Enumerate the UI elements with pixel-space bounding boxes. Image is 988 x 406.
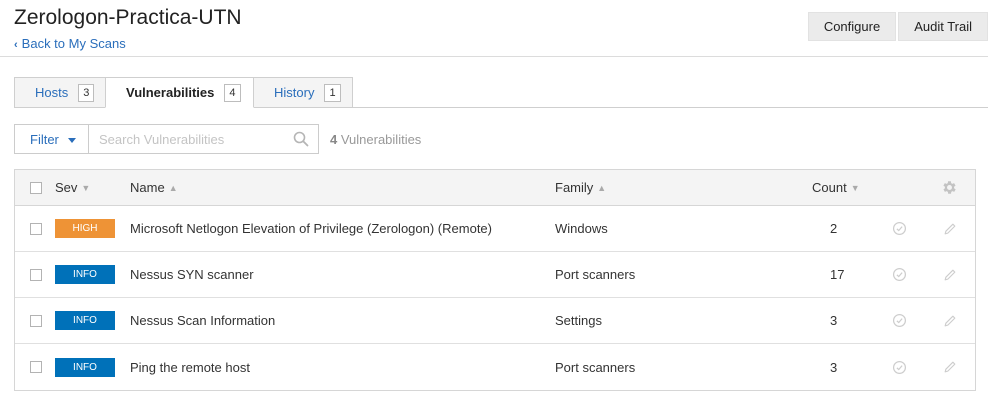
edit-button[interactable]: [943, 252, 957, 297]
vulnerability-count: 3: [830, 359, 838, 375]
filter-button[interactable]: Filter: [14, 124, 88, 154]
row-checkbox[interactable]: [30, 314, 42, 327]
severity-badge: INFO: [55, 357, 115, 377]
audit-trail-button[interactable]: Audit Trail: [898, 12, 988, 41]
scan-tabs: Hosts 3 Vulnerabilities 4 History 1: [14, 77, 353, 108]
check-circle-icon: [892, 360, 907, 374]
severity-badge: INFO: [55, 265, 115, 284]
row-select-cell: [30, 344, 42, 390]
tab-count-badge: 1: [324, 83, 341, 102]
column-sev[interactable]: Sev ▼: [55, 170, 90, 205]
select-all-cell: [30, 170, 42, 205]
caret-down-icon: [67, 137, 76, 143]
severity-cell: INFO: [55, 298, 115, 343]
back-link-label: Back to My Scans: [21, 36, 126, 51]
tab-hosts[interactable]: Hosts 3: [14, 77, 106, 108]
severity-badge: HIGH: [55, 219, 115, 238]
vulnerability-family: Port scanners: [555, 359, 636, 375]
vulnerability-name[interactable]: Nessus SYN scanner: [130, 252, 254, 297]
vulnerability-count: 2: [830, 221, 838, 236]
result-count-label: Vulnerabilities: [340, 131, 422, 147]
pencil-icon: [944, 361, 956, 373]
table-row[interactable]: INFO Nessus Scan Information Settings 3: [15, 298, 975, 344]
tab-vulnerabilities[interactable]: Vulnerabilities 4: [105, 77, 254, 108]
vulnerability-count: 17: [830, 267, 845, 282]
edit-button[interactable]: [943, 344, 957, 390]
chevron-left-icon: ‹: [14, 39, 18, 51]
edit-button[interactable]: [943, 298, 957, 343]
result-count-number: 4: [330, 131, 338, 147]
column-name[interactable]: Name ▲: [130, 170, 178, 205]
accept-risk-button[interactable]: [892, 252, 907, 297]
column-family-label: Family: [555, 180, 594, 195]
table-body: HIGH Microsoft Netlogon Elevation of Pri…: [15, 206, 975, 390]
tab-history[interactable]: History 1: [253, 77, 353, 108]
column-sev-label: Sev: [55, 180, 78, 195]
severity-cell: INFO: [55, 252, 115, 297]
sort-asc-icon: ▲: [168, 182, 178, 193]
search-box: [88, 124, 319, 154]
severity-badge: INFO: [55, 311, 115, 330]
back-to-my-scans-link[interactable]: ‹ Back to My Scans: [14, 36, 126, 51]
check-circle-icon: [892, 221, 907, 236]
filter-bar: Filter 4 Vulnerabilities: [14, 124, 421, 154]
severity-cell: INFO: [55, 344, 115, 390]
filter-label: Filter: [30, 131, 59, 147]
vulnerability-family: Settings: [555, 313, 602, 328]
header-divider: [0, 56, 988, 57]
column-count-label: Count: [812, 180, 847, 195]
column-name-label: Name: [130, 180, 165, 195]
vulnerability-count: 3: [830, 313, 838, 328]
row-select-cell: [30, 206, 42, 251]
severity-cell: HIGH: [55, 206, 115, 251]
tab-label: History: [274, 85, 315, 100]
pencil-icon: [944, 223, 956, 234]
check-circle-icon: [892, 313, 907, 328]
page-title: Zerologon-Practica-UTN: [14, 6, 242, 29]
table-settings-button[interactable]: [941, 170, 958, 205]
select-all-checkbox[interactable]: [30, 181, 42, 194]
table-row[interactable]: INFO Ping the remote host Port scanners …: [15, 344, 975, 390]
table-row[interactable]: HIGH Microsoft Netlogon Elevation of Pri…: [15, 206, 975, 252]
sort-desc-icon: ▼: [850, 182, 860, 193]
check-circle-icon: [892, 267, 907, 282]
table-row[interactable]: INFO Nessus SYN scanner Port scanners 17: [15, 252, 975, 298]
row-select-cell: [30, 252, 42, 297]
result-count: 4 Vulnerabilities: [330, 132, 421, 147]
tab-count-badge: 4: [224, 83, 241, 102]
column-count[interactable]: Count ▼: [812, 170, 860, 205]
vulnerability-name[interactable]: Ping the remote host: [130, 344, 250, 390]
search-icon[interactable]: [293, 131, 309, 147]
sort-asc-icon: ▲: [597, 182, 607, 193]
vulnerability-name[interactable]: Microsoft Netlogon Elevation of Privileg…: [130, 206, 492, 251]
gear-icon: [943, 181, 956, 194]
accept-risk-button[interactable]: [892, 344, 907, 390]
row-checkbox[interactable]: [30, 222, 42, 235]
tab-label: Hosts: [35, 85, 69, 100]
vulnerability-family: Port scanners: [555, 267, 636, 282]
header-actions: Configure Audit Trail: [807, 12, 988, 41]
row-checkbox[interactable]: [30, 361, 42, 373]
table-header: Sev ▼ Name ▲ Family ▲ Count ▼: [15, 170, 975, 206]
configure-button[interactable]: Configure: [807, 12, 897, 41]
vulnerability-family: Windows: [555, 221, 608, 236]
vulnerabilities-table: Sev ▼ Name ▲ Family ▲ Count ▼ HIGH Microsoft…: [14, 169, 976, 391]
pencil-icon: [944, 315, 956, 326]
vulnerability-name[interactable]: Nessus Scan Information: [130, 298, 275, 343]
tab-label: Vulnerabilities: [126, 85, 215, 100]
column-family[interactable]: Family ▲: [555, 170, 606, 205]
accept-risk-button[interactable]: [892, 298, 907, 343]
sort-desc-icon: ▼: [81, 182, 91, 193]
edit-button[interactable]: [943, 206, 957, 251]
row-select-cell: [30, 298, 42, 343]
row-checkbox[interactable]: [30, 268, 42, 281]
pencil-icon: [944, 269, 956, 280]
search-input[interactable]: [88, 124, 319, 154]
accept-risk-button[interactable]: [892, 206, 907, 251]
tab-count-badge: 3: [78, 83, 95, 102]
